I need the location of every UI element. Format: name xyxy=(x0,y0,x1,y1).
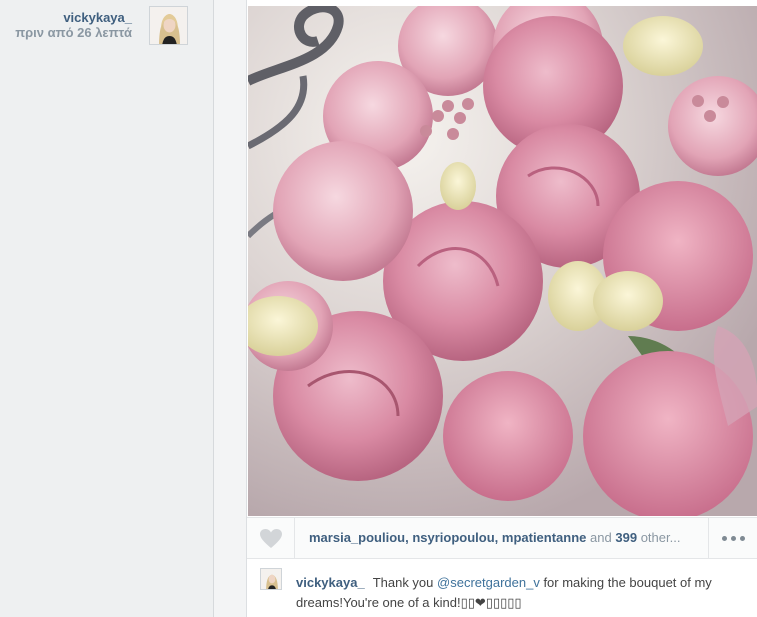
caption-text: vickykaya_ Thank you @secretgarden_v for … xyxy=(296,573,746,613)
likes-and-text: and xyxy=(590,530,612,545)
more-options-icon xyxy=(731,535,736,541)
feed-page: vickykaya_ πριν από 26 λεπτά marsia_poul… xyxy=(0,0,757,617)
post-timestamp[interactable]: πριν από 26 λεπτά xyxy=(15,25,132,41)
heart-icon xyxy=(259,528,282,548)
author-avatar[interactable] xyxy=(149,6,188,45)
author-username-link[interactable]: vickykaya_ xyxy=(15,10,132,25)
liker-link[interactable]: marsia_pouliou xyxy=(309,530,405,545)
more-options-icon xyxy=(740,535,745,541)
post-photo[interactable] xyxy=(248,6,757,516)
likers-list: marsia_pouliou, nsyriopoulou, mpatientan… xyxy=(309,530,707,545)
author-block: vickykaya_ πριν από 26 λεπτά xyxy=(15,10,132,41)
gutter xyxy=(214,0,246,617)
caption-body: Thank you xyxy=(372,575,438,590)
post-card: marsia_pouliou, nsyriopoulou, mpatientan… xyxy=(246,0,757,617)
likes-others-text[interactable]: other... xyxy=(641,530,681,545)
mention-link[interactable]: @secretgarden_v xyxy=(437,575,540,590)
like-button[interactable] xyxy=(247,518,295,558)
likes-count[interactable]: 399 xyxy=(615,530,637,545)
caption-avatar[interactable] xyxy=(260,568,282,590)
more-options-icon xyxy=(722,535,727,541)
caption-username-link[interactable]: vickykaya_ xyxy=(296,575,365,590)
caption-row: vickykaya_ Thank you @secretgarden_v for … xyxy=(247,560,757,617)
more-options-button[interactable] xyxy=(708,518,757,558)
liker-link[interactable]: nsyriopoulou xyxy=(412,530,494,545)
post-meta-rail: vickykaya_ πριν από 26 λεπτά xyxy=(0,0,214,617)
liker-link[interactable]: mpatientanne xyxy=(502,530,587,545)
likes-bar: marsia_pouliou, nsyriopoulou, mpatientan… xyxy=(247,517,757,559)
separator: , xyxy=(494,530,502,545)
